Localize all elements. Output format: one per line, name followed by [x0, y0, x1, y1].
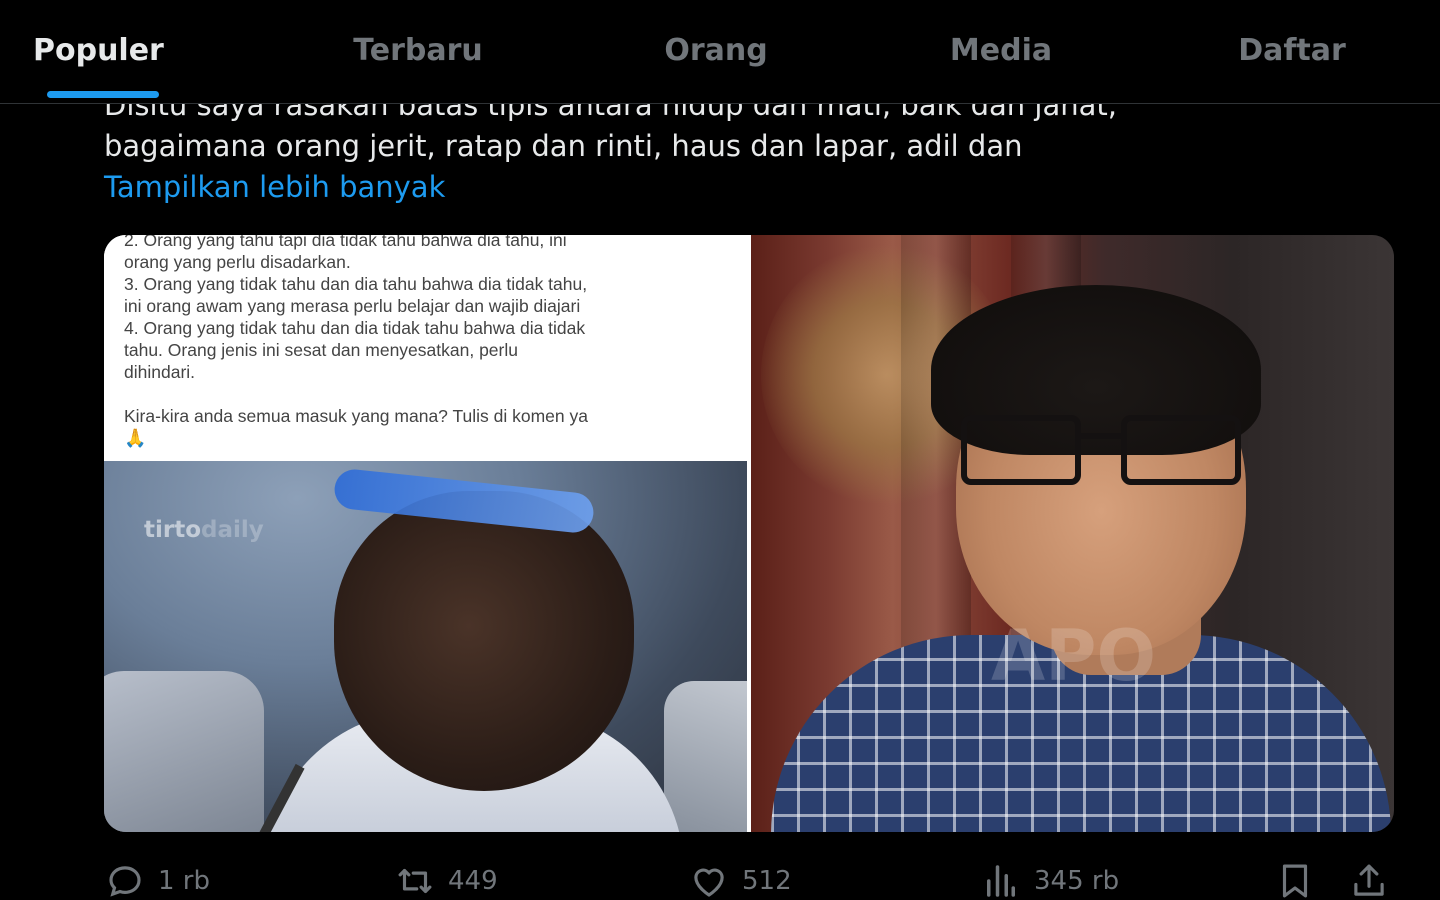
tab-orang[interactable]: Orang	[631, 0, 801, 100]
man-head	[334, 491, 634, 791]
reply-icon	[109, 866, 141, 897]
media-image-right[interactable]: APO	[751, 235, 1394, 832]
share-icon	[1354, 864, 1384, 896]
post-line: orang yang perlu disadarkan.	[124, 252, 351, 272]
photo-man-speaking: tirtodaily	[104, 461, 747, 832]
post-line: tahu. Orang jenis ini sesat dan menyesat…	[124, 340, 518, 360]
post-line: 4. Orang yang tidak tahu dan dia tidak t…	[124, 318, 586, 338]
reply-button[interactable]: 1 rb	[104, 860, 210, 900]
bookmark-icon	[1282, 864, 1308, 898]
show-more-link[interactable]: Tampilkan lebih banyak	[104, 170, 445, 204]
tab-label: Daftar	[1238, 32, 1346, 68]
views-chart-icon	[987, 865, 1015, 897]
active-tab-indicator	[46, 91, 159, 98]
praying-hands-emoji: 🙏	[124, 428, 147, 448]
post-question: Kira-kira anda semua masuk yang mana? Tu…	[124, 406, 588, 426]
tweet-actions: 1 rb 449 512 345 rb	[104, 852, 1394, 900]
tab-daftar[interactable]: Daftar	[1201, 0, 1383, 100]
tab-label: Populer	[33, 32, 164, 68]
tab-bar: Populer Terbaru Orang Media Daftar	[0, 0, 1440, 104]
tab-label: Orang	[664, 32, 768, 68]
heart-icon	[694, 868, 724, 897]
background-chair	[104, 671, 264, 832]
post-line: ini orang awam yang merasa perlu belajar…	[124, 296, 581, 316]
like-button[interactable]: 512	[688, 860, 792, 900]
tab-media[interactable]: Media	[801, 0, 1201, 100]
repost-button[interactable]: 449	[394, 860, 498, 900]
watermark-right: APO	[991, 615, 1156, 697]
post-line: dihindari.	[124, 362, 196, 382]
screenshot-post-text: 2. Orang yang tahu tapi dia tidak tahu b…	[104, 235, 747, 461]
views-button[interactable]: 345 rb	[980, 860, 1119, 900]
tweet-media[interactable]: 2. Orang yang tahu tapi dia tidak tahu b…	[104, 235, 1394, 832]
post-line: 3. Orang yang tidak tahu dan dia tahu ba…	[124, 274, 588, 294]
like-count: 512	[742, 866, 792, 896]
bookmark-button[interactable]	[1274, 860, 1316, 900]
background-chair	[664, 681, 747, 832]
tab-label: Terbaru	[353, 32, 483, 68]
media-image-left[interactable]: 2. Orang yang tahu tapi dia tidak tahu b…	[104, 235, 747, 832]
eyeglasses	[961, 415, 1251, 495]
tab-populer[interactable]: Populer	[0, 0, 205, 100]
tweet-text-line: bagaimana orang jerit, ratap dan rinti, …	[104, 129, 1023, 163]
repost-icon	[398, 868, 432, 894]
views-count: 345 rb	[1034, 866, 1120, 896]
share-button[interactable]	[1348, 860, 1390, 900]
post-line: 2. Orang yang tahu tapi dia tidak tahu b…	[124, 235, 567, 250]
reply-count: 1 rb	[158, 866, 210, 896]
watermark-tirtodaily: tirtodaily	[144, 517, 264, 543]
tab-terbaru[interactable]: Terbaru	[205, 0, 631, 100]
tab-label: Media	[949, 32, 1053, 68]
repost-count: 449	[448, 866, 498, 896]
